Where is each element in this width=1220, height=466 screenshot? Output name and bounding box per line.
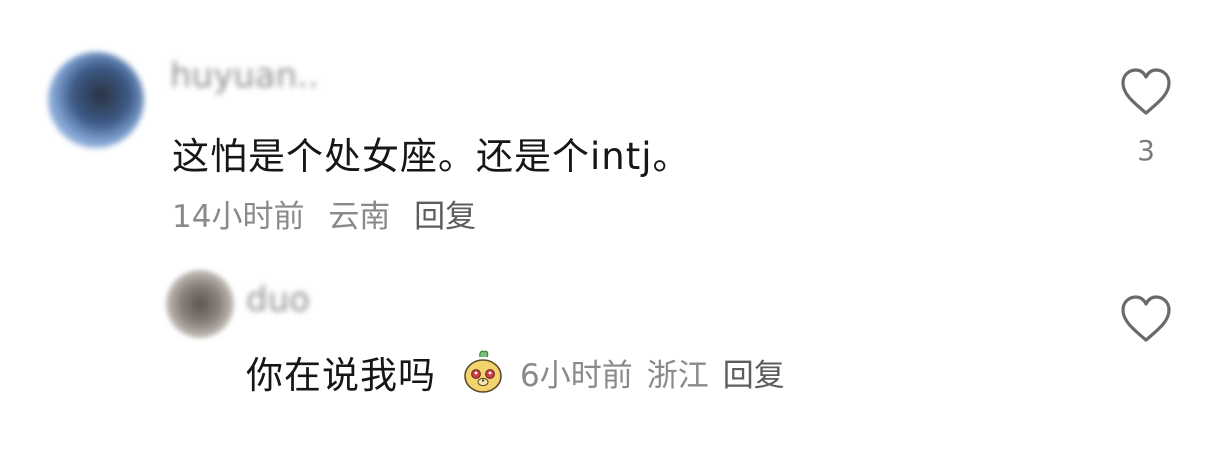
like-button[interactable]: [1116, 289, 1176, 349]
avatar[interactable]: [166, 270, 234, 338]
username[interactable]: huyuan..: [170, 56, 319, 96]
comment-time: 14小时前: [172, 199, 305, 235]
comment-location: 云南: [328, 199, 391, 235]
reply-location: 浙江: [646, 357, 709, 394]
avatar[interactable]: [48, 52, 144, 148]
reply-button[interactable]: 回复: [414, 199, 476, 235]
reply-text: 你在说我吗: [246, 354, 436, 397]
reply-line: 你在说我吗 6小时前 浙江 回复: [246, 347, 799, 397]
heart-icon: [1121, 295, 1171, 342]
smiling-creature-emoji-icon: [464, 350, 502, 393]
like-button[interactable]: [1116, 62, 1176, 122]
comment-meta: 14小时前 云南 回复: [172, 191, 490, 236]
like-count: 3: [1137, 134, 1155, 167]
reply-button[interactable]: 回复: [723, 350, 785, 395]
username[interactable]: duo: [246, 280, 310, 320]
heart-icon: [1121, 68, 1171, 115]
comment-text: 这怕是个处女座。还是个intj。: [172, 135, 691, 178]
reply-time: 6小时前: [520, 357, 633, 394]
